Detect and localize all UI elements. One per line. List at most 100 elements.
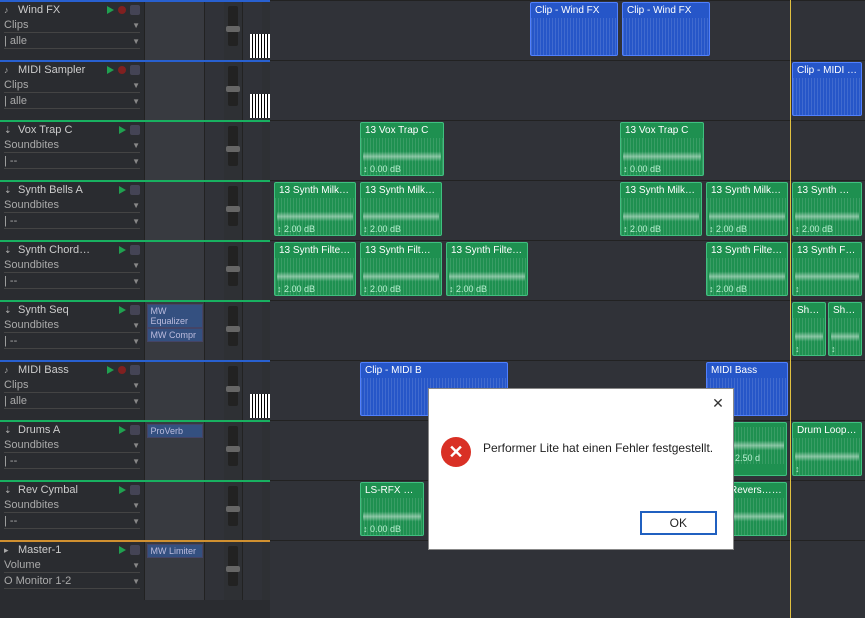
mute-icon[interactable]: [130, 65, 140, 75]
fx-insert[interactable]: MW Compr: [147, 328, 203, 342]
track-dropdown[interactable]: | --▼: [4, 274, 140, 289]
track-name[interactable]: Synth Chord…: [18, 244, 115, 256]
track-name[interactable]: Master-1: [18, 544, 115, 556]
midi-clip[interactable]: Clip - MIDI San: [792, 62, 862, 116]
track-dropdown[interactable]: Soundbites▼: [4, 498, 140, 513]
volume-slider[interactable]: [228, 366, 238, 406]
track-row[interactable]: ⇣ Rev Cymbal Soundbites▼ | --▼: [0, 480, 270, 540]
track-name[interactable]: Vox Trap C: [18, 124, 115, 136]
playhead[interactable]: [790, 0, 791, 618]
insert-slot[interactable]: [144, 62, 204, 120]
volume-slider[interactable]: [228, 486, 238, 526]
audio-clip[interactable]: 13 Synth Milk Bell… ↕ 2.00 dB: [360, 182, 442, 236]
mute-icon[interactable]: [130, 305, 140, 315]
volume-slider[interactable]: [228, 66, 238, 106]
pan-slot[interactable]: [204, 242, 224, 300]
volume-slider[interactable]: [228, 426, 238, 466]
track-name[interactable]: Synth Seq: [18, 304, 115, 316]
track-name[interactable]: Synth Bells A: [18, 184, 115, 196]
audio-clip[interactable]: ↕ 2.50 d: [725, 422, 787, 476]
track-row[interactable]: ♪ MIDI Sampler Clips▼ | alle▼: [0, 60, 270, 120]
track-dropdown[interactable]: | alle▼: [4, 34, 140, 49]
track-dropdown[interactable]: Soundbites▼: [4, 198, 140, 213]
play-icon[interactable]: [119, 306, 126, 314]
audio-clip[interactable]: 13 Synth Milk Bel… ↕ 2.00 dB: [706, 182, 788, 236]
close-icon[interactable]: ✕: [709, 395, 727, 413]
track-dropdown[interactable]: Clips▼: [4, 18, 140, 33]
play-icon[interactable]: [119, 126, 126, 134]
track-dropdown[interactable]: | --▼: [4, 514, 140, 529]
track-dropdown[interactable]: O Monitor 1-2▼: [4, 574, 140, 589]
audio-clip[interactable]: 13 Synth Filtered… ↕ 2.00 dB: [446, 242, 528, 296]
play-icon[interactable]: [119, 186, 126, 194]
audio-clip[interactable]: 13 Vox Trap C ↕ 0.00 dB: [620, 122, 704, 176]
audio-clip[interactable]: Drum Loop 01… ↕: [792, 422, 862, 476]
track-name[interactable]: MIDI Sampler: [18, 64, 103, 76]
audio-clip[interactable]: Sho…#2 ↕: [792, 302, 826, 356]
pan-slot[interactable]: [204, 182, 224, 240]
record-icon[interactable]: [118, 366, 126, 374]
track-dropdown[interactable]: | alle▼: [4, 394, 140, 409]
volume-slider[interactable]: [228, 246, 238, 286]
track-dropdown[interactable]: Clips▼: [4, 378, 140, 393]
track-row[interactable]: ♪ Wind FX Clips▼ | alle▼: [0, 0, 270, 60]
track-row[interactable]: ♪ MIDI Bass Clips▼ | alle▼: [0, 360, 270, 420]
mute-icon[interactable]: [130, 485, 140, 495]
track-dropdown[interactable]: Volume▼: [4, 558, 140, 573]
play-icon[interactable]: [107, 6, 114, 14]
track-row[interactable]: ⇣ Synth Seq Soundbites▼ | --▼ MW Equaliz…: [0, 300, 270, 360]
pan-slot[interactable]: [204, 542, 224, 600]
pan-slot[interactable]: [204, 2, 224, 60]
audio-clip[interactable]: LS-RFX Revers ↕ 0.00 dB: [360, 482, 424, 536]
play-icon[interactable]: [119, 546, 126, 554]
midi-clip[interactable]: Clip - Wind FX: [530, 2, 618, 56]
insert-slot[interactable]: [144, 182, 204, 240]
track-dropdown[interactable]: Soundbites▼: [4, 138, 140, 153]
track-row[interactable]: ▸ Master-1 Volume▼ O Monitor 1-2▼ MW Lim…: [0, 540, 270, 600]
timeline-lane[interactable]: [270, 60, 865, 120]
audio-clip[interactable]: 13 Synth Filtered… ↕ 2.00 dB: [706, 242, 788, 296]
record-icon[interactable]: [118, 66, 126, 74]
pan-slot[interactable]: [204, 62, 224, 120]
midi-clip[interactable]: Clip - Wind FX: [622, 2, 710, 56]
insert-slot[interactable]: [144, 122, 204, 180]
audio-clip[interactable]: 13 Synth Filtered… ↕ 2.00 dB: [274, 242, 356, 296]
ok-button[interactable]: OK: [640, 511, 717, 535]
track-row[interactable]: ⇣ Synth Bells A Soundbites▼ | --▼: [0, 180, 270, 240]
insert-slot[interactable]: ProVerb: [144, 422, 204, 480]
audio-clip[interactable]: Sh… ↕: [828, 302, 862, 356]
audio-clip[interactable]: 13 Vox Trap C ↕ 0.00 dB: [360, 122, 444, 176]
track-dropdown[interactable]: Soundbites▼: [4, 438, 140, 453]
insert-slot[interactable]: MW Limiter: [144, 542, 204, 600]
track-name[interactable]: Wind FX: [18, 4, 103, 16]
track-row[interactable]: ⇣ Vox Trap C Soundbites▼ | --▼: [0, 120, 270, 180]
mute-icon[interactable]: [130, 5, 140, 15]
play-icon[interactable]: [119, 246, 126, 254]
fx-insert[interactable]: MW Equalizer: [147, 304, 203, 328]
play-icon[interactable]: [107, 366, 114, 374]
mute-icon[interactable]: [130, 545, 140, 555]
volume-slider[interactable]: [228, 306, 238, 346]
audio-clip[interactable]: 13 Synth Filtered… ↕: [792, 242, 862, 296]
mute-icon[interactable]: [130, 125, 140, 135]
insert-slot[interactable]: [144, 242, 204, 300]
audio-clip[interactable]: 13 Synth Milk Bel… ↕ 2.00 dB: [274, 182, 356, 236]
timeline-lane[interactable]: [270, 300, 865, 360]
track-name[interactable]: Rev Cymbal: [18, 484, 115, 496]
mute-icon[interactable]: [130, 185, 140, 195]
audio-clip[interactable]: 13 Synth Filt…#2 ↕ 2.00 dB: [360, 242, 442, 296]
track-dropdown[interactable]: Soundbites▼: [4, 258, 140, 273]
track-dropdown[interactable]: | --▼: [4, 334, 140, 349]
fx-insert[interactable]: ProVerb: [147, 424, 203, 438]
mute-icon[interactable]: [130, 245, 140, 255]
pan-slot[interactable]: [204, 422, 224, 480]
track-dropdown[interactable]: | --▼: [4, 454, 140, 469]
volume-slider[interactable]: [228, 126, 238, 166]
fx-insert[interactable]: MW Limiter: [147, 544, 203, 558]
track-name[interactable]: MIDI Bass: [18, 364, 103, 376]
track-name[interactable]: Drums A: [18, 424, 115, 436]
track-dropdown[interactable]: Clips▼: [4, 78, 140, 93]
record-icon[interactable]: [118, 6, 126, 14]
pan-slot[interactable]: [204, 482, 224, 540]
volume-slider[interactable]: [228, 546, 238, 586]
